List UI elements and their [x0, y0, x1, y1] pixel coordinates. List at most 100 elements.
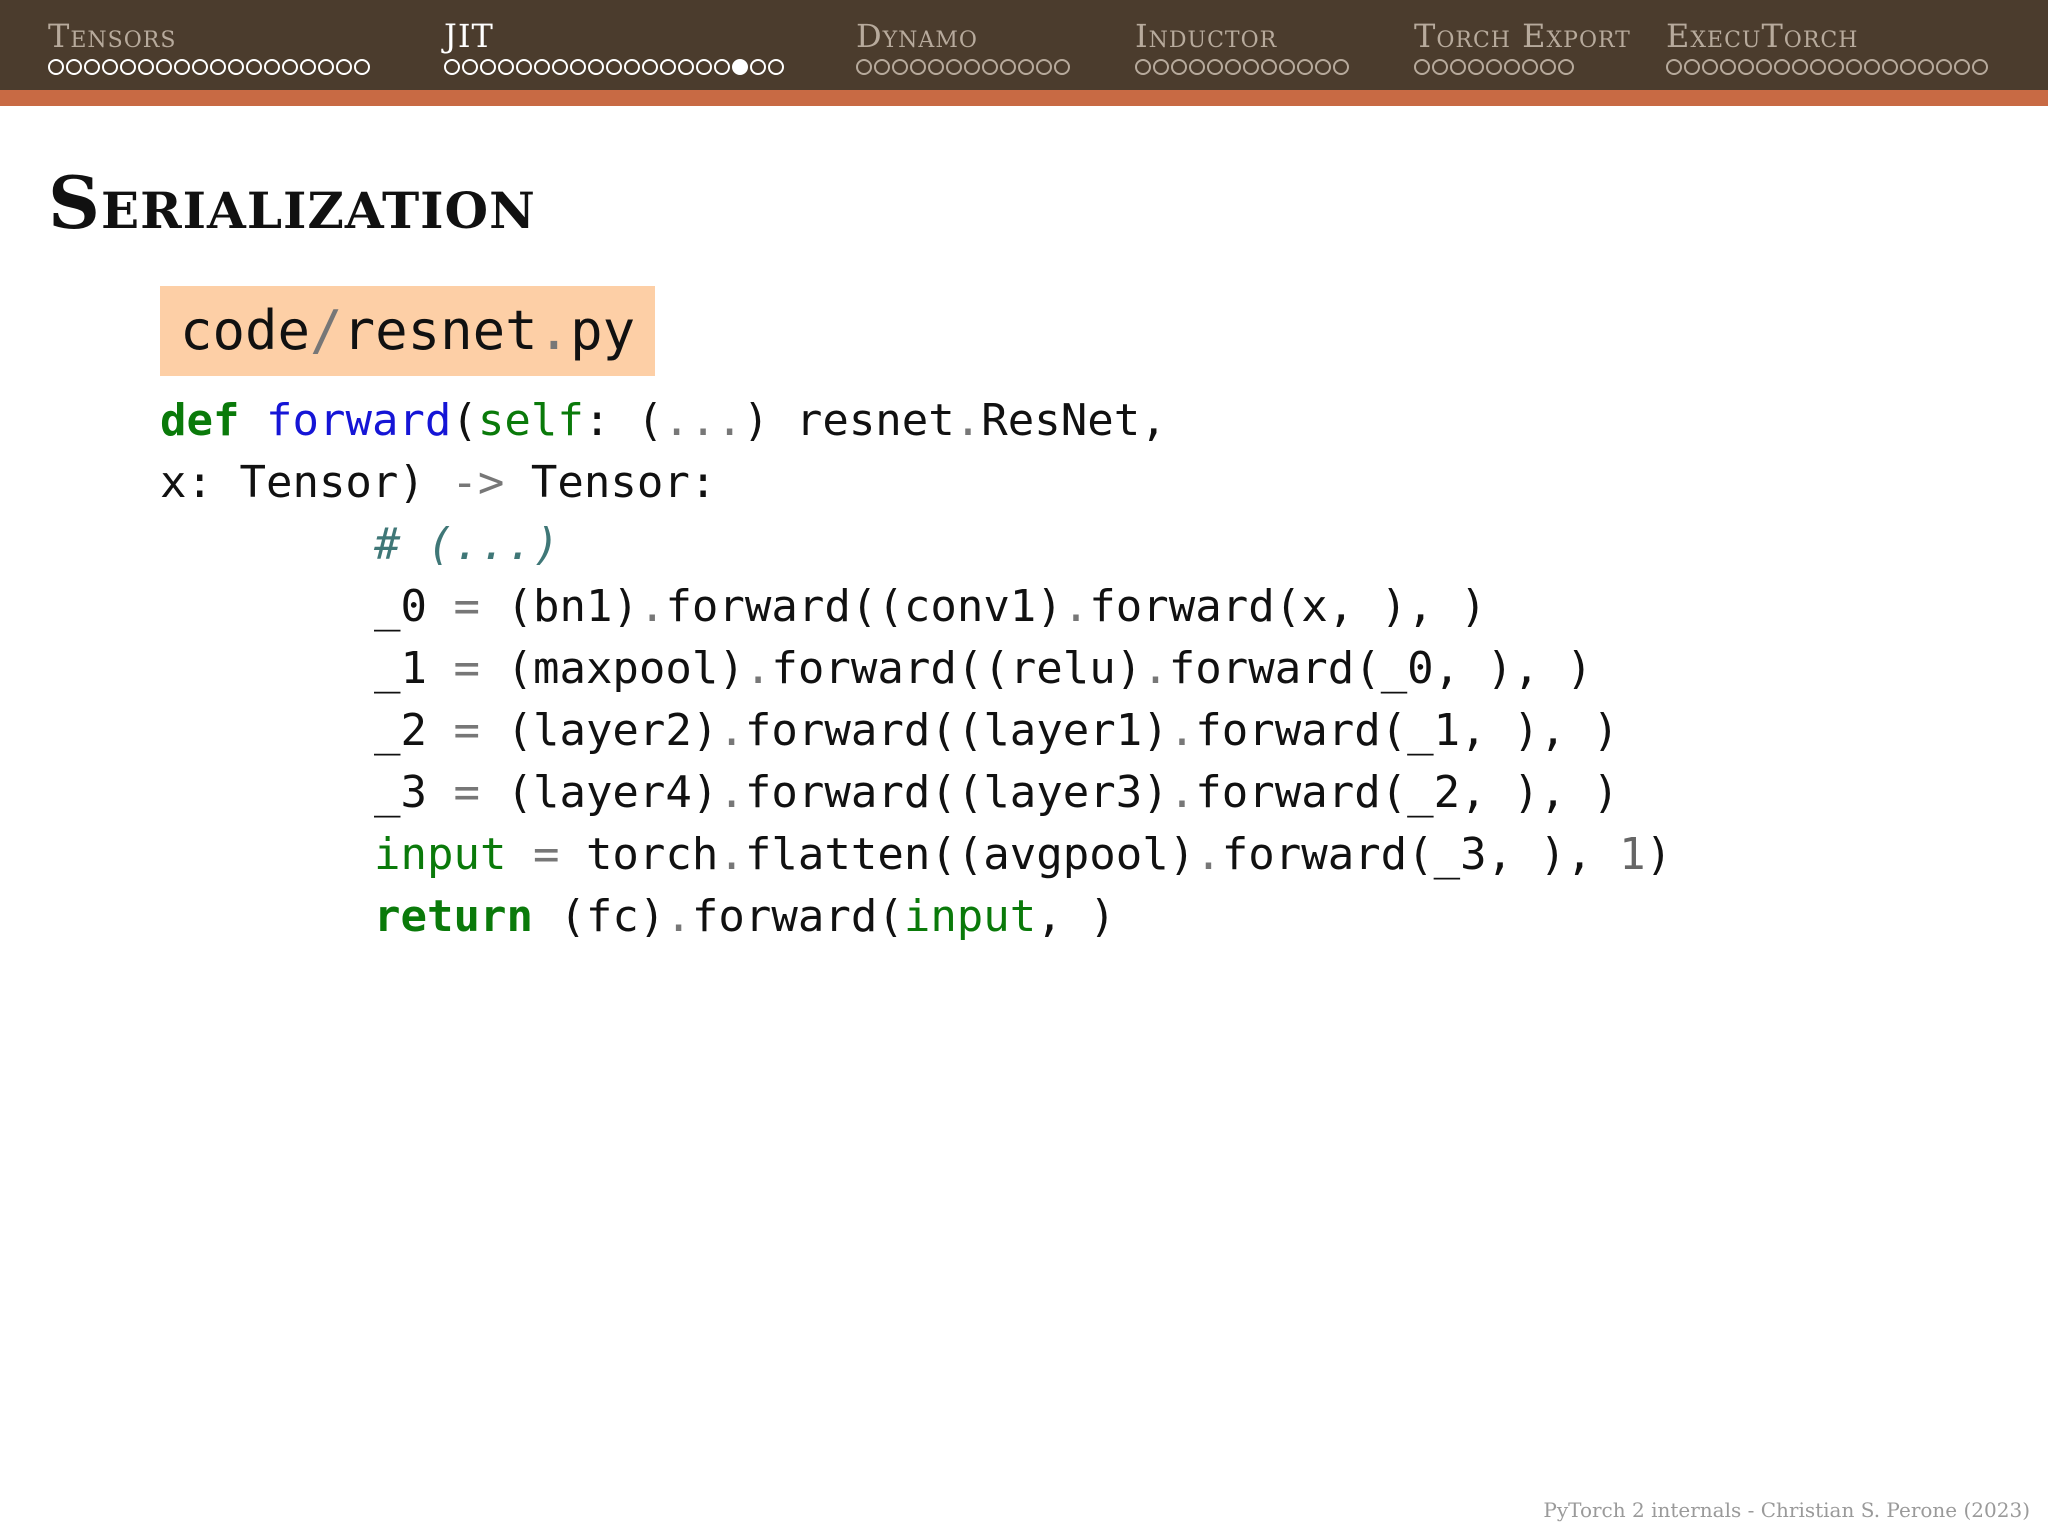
nav-slide-dot[interactable]: [336, 59, 352, 75]
nav-slide-dot[interactable]: [1243, 59, 1259, 75]
nav-section-title[interactable]: Inductor: [1135, 18, 1349, 54]
nav-slide-dot[interactable]: [624, 59, 640, 75]
nav-slide-dot[interactable]: [516, 59, 532, 75]
nav-slide-dot[interactable]: [228, 59, 244, 75]
nav-slide-dot[interactable]: [1153, 59, 1169, 75]
nav-slide-dot[interactable]: [444, 59, 460, 75]
nav-slide-dot[interactable]: [1666, 59, 1682, 75]
nav-slide-dot[interactable]: [714, 59, 730, 75]
nav-slide-dot[interactable]: [1486, 59, 1502, 75]
nav-slide-dot[interactable]: [928, 59, 944, 75]
nav-slide-dot[interactable]: [1432, 59, 1448, 75]
nav-slide-dot[interactable]: [1738, 59, 1754, 75]
nav-slide-dot[interactable]: [1684, 59, 1700, 75]
nav-slide-dot[interactable]: [1954, 59, 1970, 75]
nav-slide-dot[interactable]: [910, 59, 926, 75]
nav-slide-dot[interactable]: [1918, 59, 1934, 75]
nav-slide-dot[interactable]: [1450, 59, 1466, 75]
nav-slide-dot[interactable]: [982, 59, 998, 75]
nav-slide-dot[interactable]: [1828, 59, 1844, 75]
nav-slide-dot[interactable]: [892, 59, 908, 75]
nav-slide-dot[interactable]: [1171, 59, 1187, 75]
nav-slide-dot[interactable]: [1774, 59, 1790, 75]
nav-slide-dot[interactable]: [138, 59, 154, 75]
nav-slide-dot[interactable]: [174, 59, 190, 75]
nav-slide-dot[interactable]: [1936, 59, 1952, 75]
nav-slide-dot[interactable]: [696, 59, 712, 75]
nav-slide-dot[interactable]: [1756, 59, 1772, 75]
nav-slide-dot[interactable]: [48, 59, 64, 75]
nav-slide-dot[interactable]: [1315, 59, 1331, 75]
nav-slide-dot[interactable]: [1558, 59, 1574, 75]
nav-slide-dot[interactable]: [1189, 59, 1205, 75]
nav-slide-dot[interactable]: [1297, 59, 1313, 75]
nav-slide-dot[interactable]: [192, 59, 208, 75]
nav-slide-dot[interactable]: [1018, 59, 1034, 75]
nav-slide-dot[interactable]: [1702, 59, 1718, 75]
nav-slide-dot[interactable]: [1720, 59, 1736, 75]
nav-slide-dot[interactable]: [588, 59, 604, 75]
nav-slide-dot[interactable]: [1261, 59, 1277, 75]
nav-slide-dot[interactable]: [606, 59, 622, 75]
nav-slide-dot[interactable]: [570, 59, 586, 75]
nav-slide-dot[interactable]: [318, 59, 334, 75]
nav-slide-dot[interactable]: [750, 59, 766, 75]
nav-slide-dot[interactable]: [462, 59, 478, 75]
nav-slide-dot[interactable]: [282, 59, 298, 75]
nav-section-title[interactable]: Torch Export: [1414, 18, 1631, 54]
nav-section-title[interactable]: ExecuTorch: [1666, 18, 1988, 54]
nav-slide-dot[interactable]: [246, 59, 262, 75]
nav-slide-dot[interactable]: [1225, 59, 1241, 75]
nav-slide-dot[interactable]: [964, 59, 980, 75]
nav-slide-dot[interactable]: [660, 59, 676, 75]
nav-slide-dot[interactable]: [498, 59, 514, 75]
nav-section-torch-export[interactable]: Torch Export: [1414, 18, 1631, 88]
nav-section-tensors[interactable]: Tensors: [48, 18, 370, 88]
nav-slide-dot[interactable]: [300, 59, 316, 75]
nav-slide-dot[interactable]: [1792, 59, 1808, 75]
nav-slide-dot[interactable]: [1135, 59, 1151, 75]
nav-slide-dot[interactable]: [1414, 59, 1430, 75]
nav-slide-dot[interactable]: [1864, 59, 1880, 75]
nav-section-title[interactable]: Tensors: [48, 18, 370, 54]
nav-current-slide-dot[interactable]: [732, 59, 748, 75]
nav-slide-dot[interactable]: [1882, 59, 1898, 75]
nav-slide-dot[interactable]: [642, 59, 658, 75]
nav-section-title[interactable]: JIT: [444, 18, 784, 54]
nav-section-title[interactable]: Dynamo: [856, 18, 1070, 54]
nav-slide-dot[interactable]: [1540, 59, 1556, 75]
nav-slide-dot[interactable]: [120, 59, 136, 75]
nav-slide-dot[interactable]: [1810, 59, 1826, 75]
nav-slide-dot[interactable]: [856, 59, 872, 75]
nav-slide-dot[interactable]: [1972, 59, 1988, 75]
nav-slide-dot[interactable]: [1333, 59, 1349, 75]
nav-slide-dot[interactable]: [946, 59, 962, 75]
nav-slide-dot[interactable]: [1504, 59, 1520, 75]
nav-slide-dot[interactable]: [1207, 59, 1223, 75]
nav-slide-dot[interactable]: [678, 59, 694, 75]
nav-slide-dot[interactable]: [1036, 59, 1052, 75]
nav-section-executorch[interactable]: ExecuTorch: [1666, 18, 1988, 88]
nav-slide-dot[interactable]: [874, 59, 890, 75]
nav-slide-dot[interactable]: [1468, 59, 1484, 75]
nav-slide-dot[interactable]: [84, 59, 100, 75]
nav-slide-dot[interactable]: [1522, 59, 1538, 75]
nav-slide-dot[interactable]: [480, 59, 496, 75]
nav-slide-dot[interactable]: [1054, 59, 1070, 75]
nav-slide-dot[interactable]: [156, 59, 172, 75]
nav-slide-dot[interactable]: [66, 59, 82, 75]
nav-slide-dot[interactable]: [354, 59, 370, 75]
nav-section-jit[interactable]: JIT: [444, 18, 784, 88]
nav-slide-dot[interactable]: [210, 59, 226, 75]
nav-slide-dot[interactable]: [552, 59, 568, 75]
nav-slide-dot[interactable]: [1000, 59, 1016, 75]
nav-section-inductor[interactable]: Inductor: [1135, 18, 1349, 88]
nav-section-dynamo[interactable]: Dynamo: [856, 18, 1070, 88]
nav-slide-dot[interactable]: [534, 59, 550, 75]
nav-slide-dot[interactable]: [768, 59, 784, 75]
nav-slide-dot[interactable]: [102, 59, 118, 75]
nav-slide-dot[interactable]: [264, 59, 280, 75]
nav-slide-dot[interactable]: [1846, 59, 1862, 75]
nav-slide-dot[interactable]: [1279, 59, 1295, 75]
nav-slide-dot[interactable]: [1900, 59, 1916, 75]
